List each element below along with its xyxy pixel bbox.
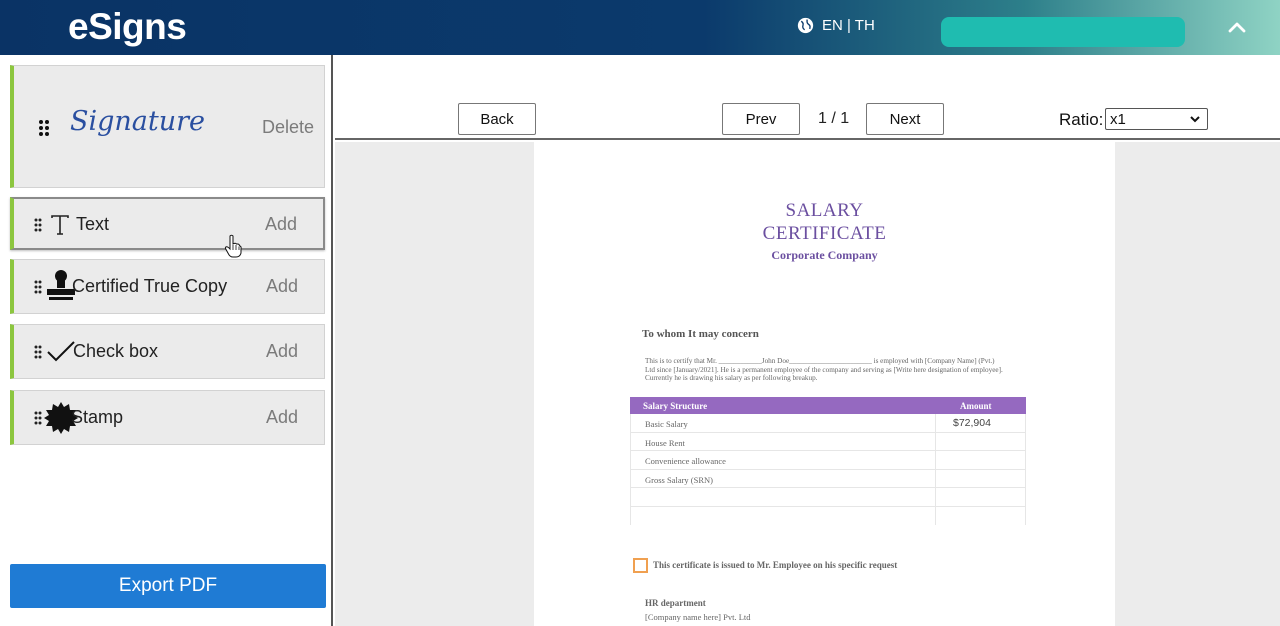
- signature-preview: Signature: [70, 106, 206, 137]
- column-header-amount: Amount: [960, 401, 992, 411]
- drag-handle-icon[interactable]: [34, 280, 42, 294]
- table-row: [630, 506, 1026, 525]
- table-row: House Rent: [630, 432, 1026, 451]
- table-row: [630, 488, 1026, 507]
- certification-paragraph: This is to certify that Mr. ____________…: [645, 357, 1003, 383]
- add-stamp-button[interactable]: Add: [266, 407, 298, 428]
- next-page-button[interactable]: Next: [866, 103, 944, 135]
- table-cell: Gross Salary (SRN): [645, 474, 713, 485]
- drag-handle-icon[interactable]: [34, 218, 42, 232]
- pdf-page[interactable]: SALARY CERTIFICATE Corporate Company To …: [534, 142, 1115, 626]
- add-checkbox-button[interactable]: Add: [266, 341, 298, 362]
- hr-department: HR department: [645, 598, 706, 608]
- hr-company-name: [Company name here] Pvt. Ltd: [645, 612, 751, 622]
- pdf-canvas[interactable]: SALARY CERTIFICATE Corporate Company To …: [335, 142, 1280, 626]
- prev-page-button[interactable]: Prev: [722, 103, 800, 135]
- column-header-structure: Salary Structure: [643, 401, 708, 411]
- ratio-select[interactable]: x1: [1105, 108, 1208, 130]
- checkbox-tool[interactable]: Check box Add: [10, 324, 325, 379]
- add-certified-copy-button[interactable]: Add: [266, 276, 298, 297]
- text-tool[interactable]: Text Add: [10, 197, 325, 250]
- user-account-button[interactable]: [941, 17, 1185, 47]
- tool-label: Certified True Copy: [72, 276, 228, 296]
- delete-signature-button[interactable]: Delete: [262, 117, 314, 138]
- chevron-down-icon: [1190, 116, 1200, 123]
- document-title-line2: CERTIFICATE: [762, 223, 887, 244]
- table-cell: House Rent: [645, 437, 685, 448]
- page-indicator: 1 / 1: [818, 110, 850, 127]
- table-row: Convenience allowance: [630, 451, 1026, 470]
- drag-handle-icon[interactable]: [34, 345, 42, 359]
- app-header: eSigns EN | TH: [0, 0, 1280, 55]
- stamp-tool[interactable]: Stamp Add: [10, 390, 325, 445]
- ratio-value: x1: [1110, 110, 1126, 128]
- document-title-line1: SALARY: [785, 200, 864, 221]
- checkmark-icon: [47, 341, 75, 362]
- tool-label: Stamp: [71, 407, 124, 427]
- drag-handle-icon[interactable]: [38, 119, 50, 137]
- text-icon: [51, 215, 69, 235]
- tool-label: Text: [76, 214, 110, 234]
- tool-label: Check box: [73, 341, 159, 361]
- table-cell: Convenience allowance: [645, 456, 726, 466]
- signature-tool[interactable]: Signature Delete: [10, 65, 325, 188]
- language-label[interactable]: EN | TH: [822, 17, 875, 34]
- document-viewer: Back Prev 1 / 1 Next Ratio: x1 SALARY CE…: [335, 55, 1280, 626]
- app-logo[interactable]: eSigns: [68, 6, 187, 48]
- export-pdf-button[interactable]: Export PDF: [10, 564, 326, 608]
- table-row: Basic Salary $72,904: [630, 414, 1026, 433]
- language-switcher[interactable]: EN | TH: [797, 17, 875, 34]
- back-button[interactable]: Back: [458, 103, 536, 135]
- certificate-checkbox[interactable]: [633, 558, 648, 573]
- drag-handle-icon[interactable]: [34, 411, 42, 425]
- table-cell: $72,904: [953, 417, 991, 429]
- viewer-toolbar: Back Prev 1 / 1 Next Ratio: x1: [335, 55, 1280, 140]
- table-cell: Basic Salary: [645, 419, 688, 429]
- globe-icon: [797, 17, 814, 34]
- greeting: To whom It may concern: [642, 328, 759, 340]
- salary-table: Salary Structure Amount Basic Salary $72,…: [630, 397, 1026, 525]
- company-name: Corporate Company: [771, 248, 878, 262]
- table-header: Salary Structure Amount: [630, 397, 1026, 414]
- add-text-button[interactable]: Add: [265, 214, 297, 235]
- tools-sidebar: Signature Delete Text Add Certified True…: [0, 55, 333, 626]
- certificate-note: This certificate is issued to Mr. Employ…: [653, 560, 898, 570]
- certified-true-copy-tool[interactable]: Certified True Copy Add: [10, 259, 325, 314]
- table-row: Gross Salary (SRN): [630, 469, 1026, 488]
- chevron-up-icon[interactable]: [1224, 14, 1250, 40]
- hand-pointer-icon: [224, 234, 242, 258]
- ratio-label: Ratio:: [1059, 110, 1104, 129]
